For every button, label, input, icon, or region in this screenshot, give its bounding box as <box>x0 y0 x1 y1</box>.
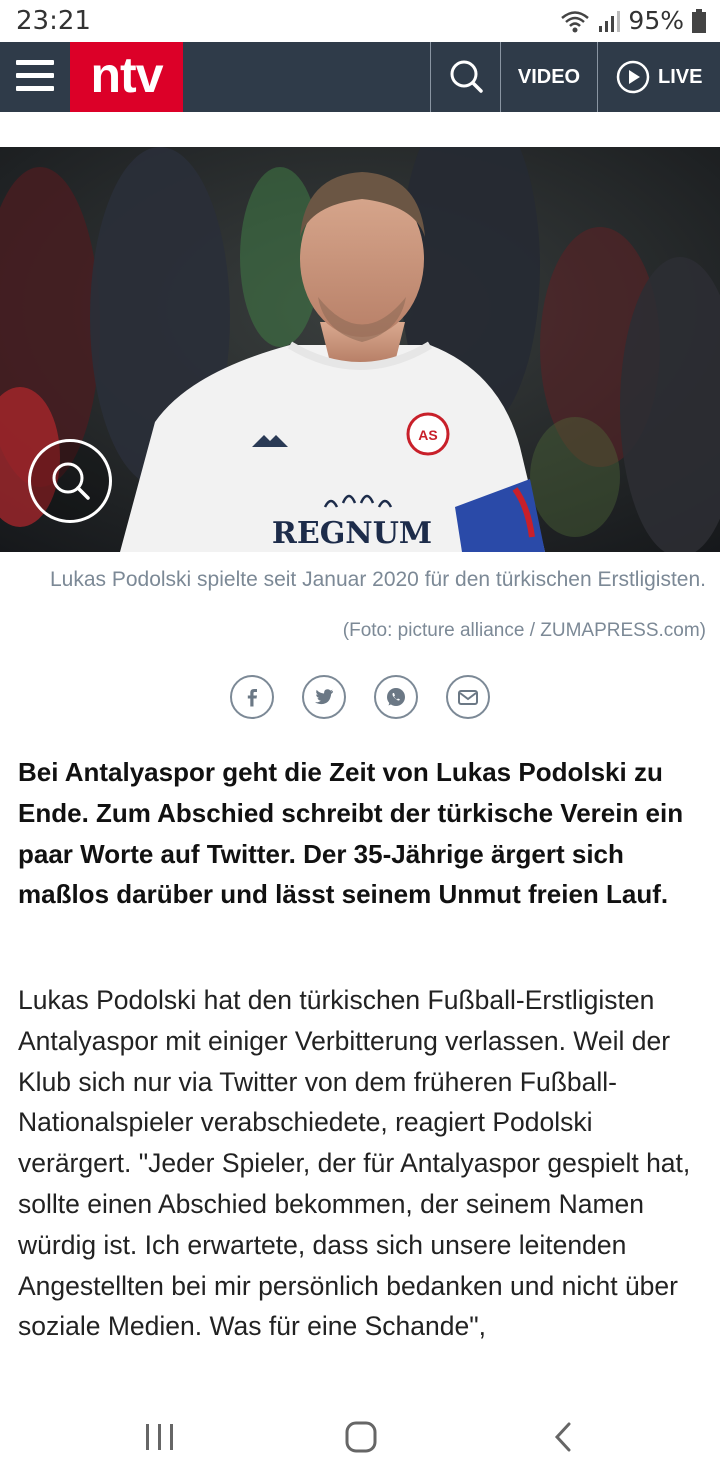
jersey-sponsor: REGNUM <box>272 516 432 551</box>
signal-icon <box>599 10 621 32</box>
play-icon <box>616 60 650 94</box>
share-mail-button[interactable] <box>446 675 490 719</box>
status-time: 23:21 <box>16 6 91 36</box>
share-bar <box>230 675 490 719</box>
magnifier-icon <box>52 462 90 500</box>
video-button[interactable]: VIDEO <box>501 42 597 112</box>
site-header: ntv VIDEO LIVE <box>0 42 720 112</box>
share-twitter-button[interactable] <box>302 675 346 719</box>
system-navbar <box>0 1394 720 1480</box>
share-facebook-button[interactable] <box>230 675 274 719</box>
live-button[interactable]: LIVE <box>598 42 720 112</box>
ntv-logo[interactable]: ntv <box>70 42 183 112</box>
share-whatsapp-button[interactable] <box>374 675 418 719</box>
article-lead: Bei Antalyaspor geht die Zeit von Lukas … <box>18 757 684 910</box>
status-bar: 23:21 95% <box>0 0 720 42</box>
article-body: Lukas Podolski hat den türkischen Fußbal… <box>18 985 691 1342</box>
facebook-icon <box>247 689 257 707</box>
back-icon[interactable] <box>552 1422 574 1452</box>
image-caption: Lukas Podolski spielte seit Januar 2020 … <box>49 568 706 591</box>
live-label: LIVE <box>658 65 703 88</box>
battery-icon <box>692 8 706 33</box>
image-credit: (Foto: picture alliance / ZUMAPRESS.com) <box>342 620 706 641</box>
search-icon <box>450 60 483 93</box>
twitter-icon <box>315 689 333 705</box>
article-image[interactable]: AS REGNUM <box>0 147 720 552</box>
menu-icon[interactable] <box>16 58 54 94</box>
image-zoom-button[interactable] <box>28 439 112 523</box>
home-icon[interactable] <box>344 1420 378 1454</box>
whatsapp-icon <box>387 688 405 706</box>
svg-text:AS: AS <box>418 427 437 443</box>
search-button[interactable] <box>431 42 500 112</box>
wifi-icon <box>561 10 590 32</box>
battery-percent: 95% <box>628 6 684 35</box>
mail-icon <box>458 690 478 705</box>
recents-icon[interactable] <box>144 1422 176 1452</box>
